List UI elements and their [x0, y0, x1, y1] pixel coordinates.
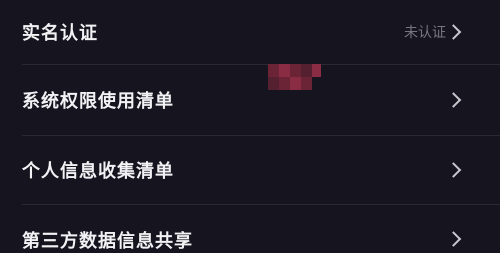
settings-item-system-permissions-list[interactable]: 系统权限使用清单 [0, 65, 500, 135]
settings-item-third-party-data-sharing[interactable]: 第三方数据信息共享 [0, 205, 500, 253]
settings-screen: 实名认证 未认证 系统权限使用清单 个人信息收集清单 第三方数据信息共享 [0, 0, 500, 253]
settings-item-label: 第三方数据信息共享 [22, 231, 193, 252]
settings-item-label: 个人信息收集清单 [22, 161, 174, 182]
settings-item-label: 实名认证 [22, 23, 98, 44]
settings-item-label: 系统权限使用清单 [22, 91, 174, 112]
verification-status-text: 未认证 [404, 25, 446, 41]
chevron-right-icon [445, 24, 462, 40]
settings-item-personal-info-collection-list[interactable]: 个人信息收集清单 [0, 136, 500, 204]
redaction-mosaic [268, 64, 322, 90]
settings-item-real-name-verification[interactable]: 实名认证 未认证 [0, 0, 500, 64]
